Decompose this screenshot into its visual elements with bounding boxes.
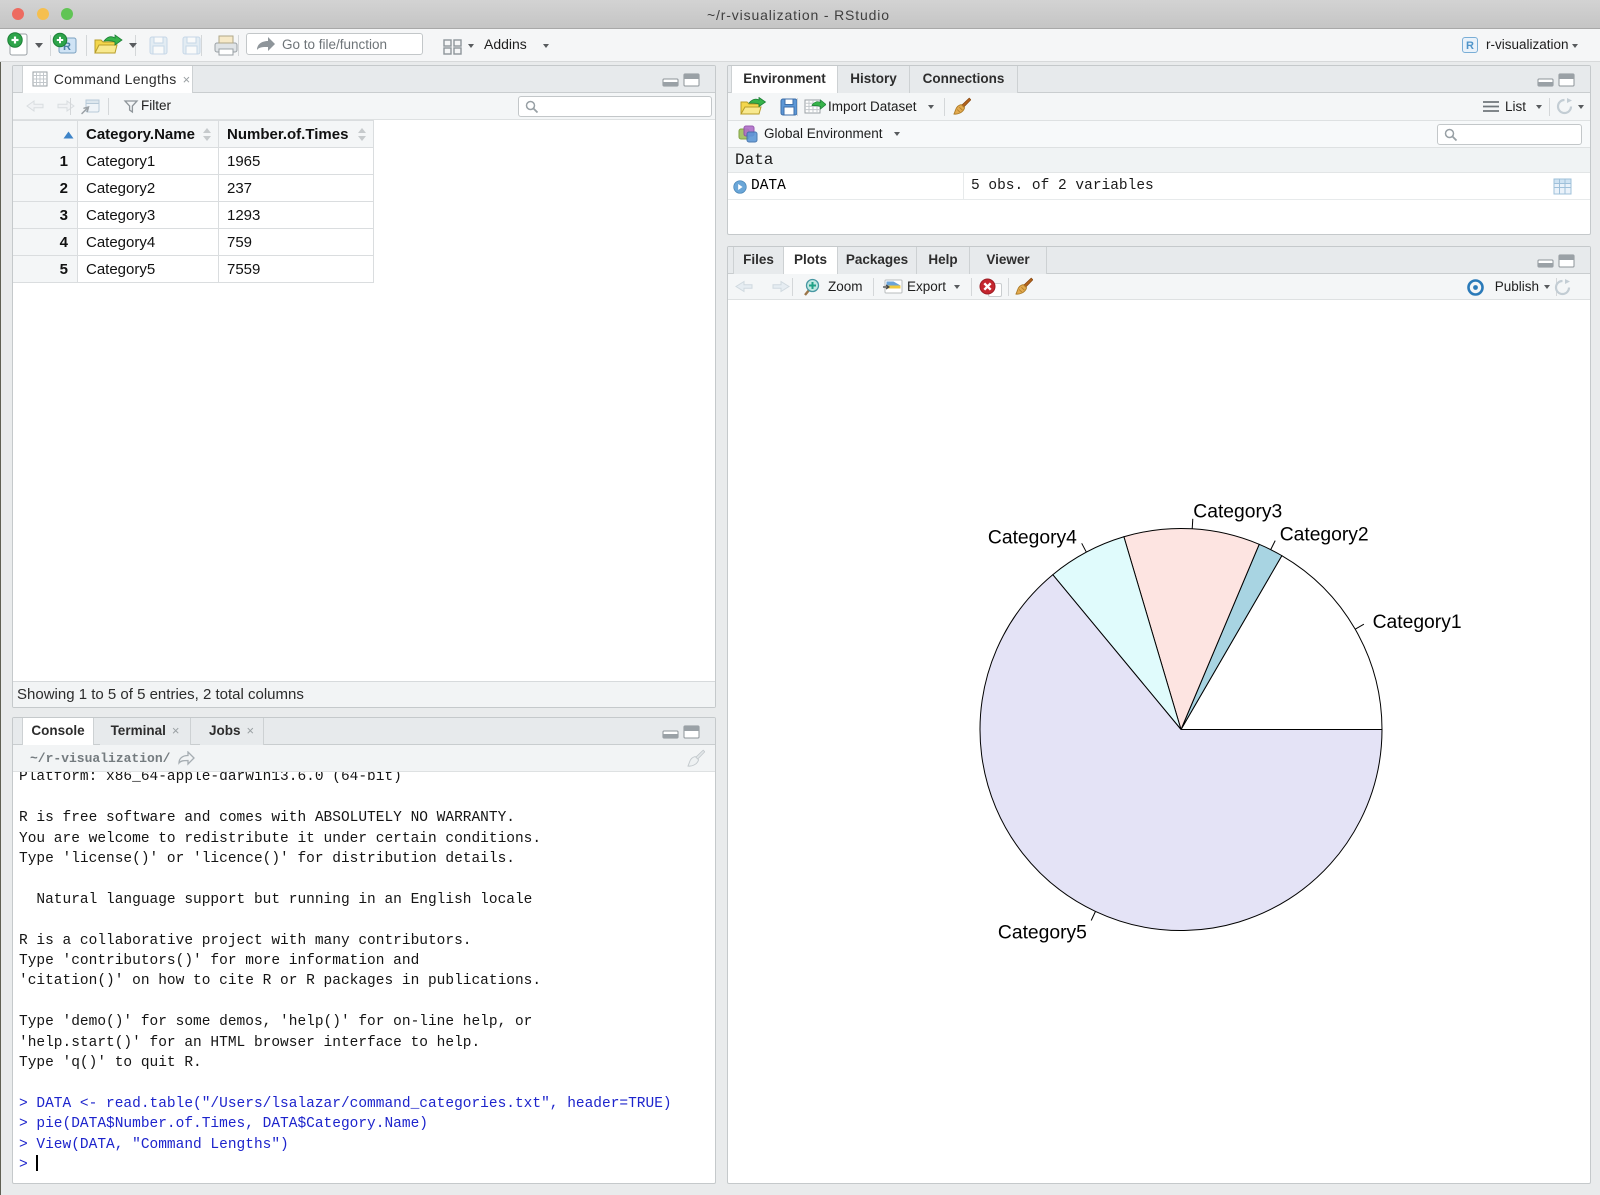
svg-text:Category5: Category5	[998, 923, 1087, 944]
svg-text:R: R	[1466, 40, 1474, 52]
svg-text:Category1: Category1	[1373, 612, 1462, 633]
svg-text:Category4: Category4	[988, 527, 1077, 548]
svg-text:Category3: Category3	[1193, 502, 1282, 523]
svg-text:Category2: Category2	[1280, 525, 1369, 546]
